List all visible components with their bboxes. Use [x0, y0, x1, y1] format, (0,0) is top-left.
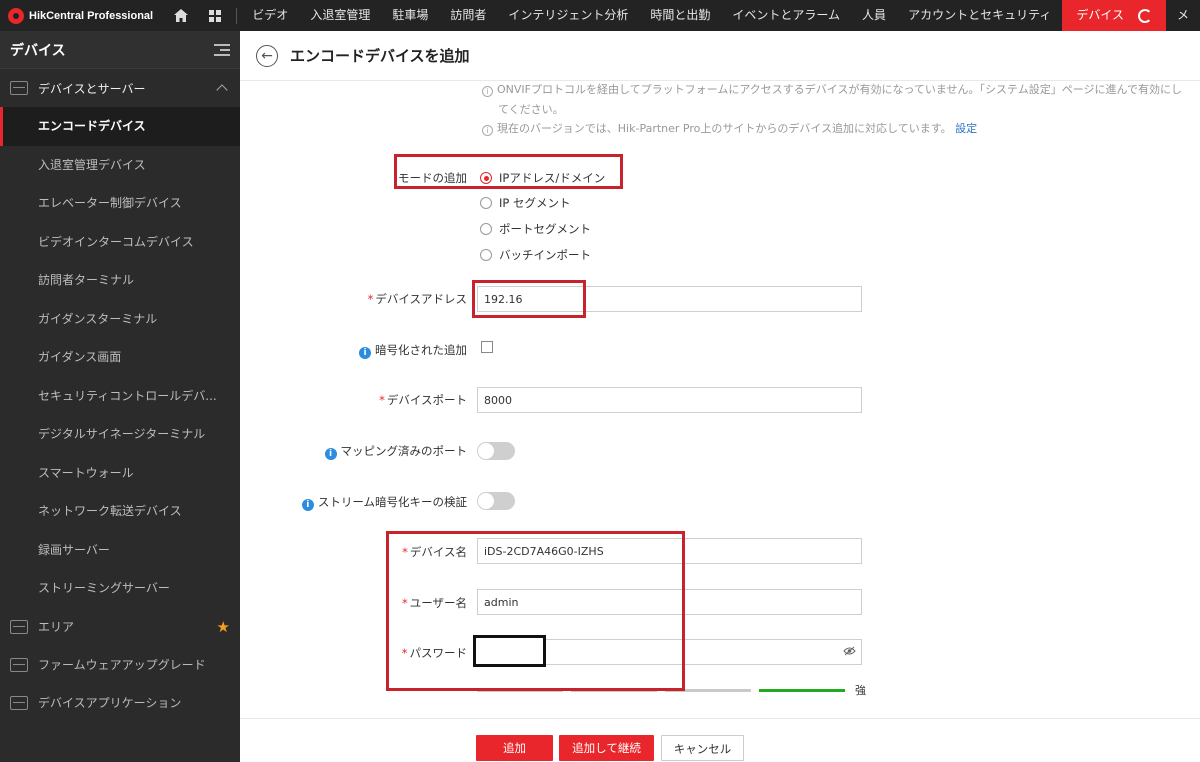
- form-footer: 追加 追加して継続 キャンセル: [240, 718, 1200, 762]
- nav-overflow[interactable]: メ: [1166, 0, 1200, 31]
- sidebar-group-label: デバイスとサーバー: [38, 81, 146, 96]
- firmware-icon: [10, 657, 28, 672]
- info-hik-partner: i 現在のバージョンでは、Hik-Partner Pro上のサイトからのデバイス追…: [482, 120, 977, 136]
- sidebar-item-digital-signage-terminal[interactable]: デジタルサイネージターミナル: [0, 415, 240, 454]
- info-hik-partner-text: 現在のバージョンでは、Hik-Partner Pro上のサイトからのデバイス追加…: [497, 122, 952, 135]
- cancel-button[interactable]: キャンセル: [661, 735, 744, 761]
- highlight-credentials: [386, 531, 685, 691]
- collapse-menu-icon[interactable]: [214, 43, 230, 56]
- info-circle-icon: i: [482, 86, 493, 97]
- nav-intelligent-analysis[interactable]: インテリジェント分析: [497, 0, 639, 31]
- device-port-input[interactable]: [477, 387, 862, 413]
- brand-name: HikCentral Professional: [29, 9, 154, 22]
- sidebar-item-video-intercom-device[interactable]: ビデオインターコムデバイス: [0, 223, 240, 262]
- nav-person[interactable]: 人員: [851, 0, 897, 31]
- sidebar-item-encoding-device[interactable]: エンコードデバイス: [0, 107, 240, 146]
- sidebar-group-label: ファームウェアアップグレード: [38, 658, 206, 672]
- settings-link[interactable]: 設定: [955, 122, 977, 135]
- info-icon: i: [301, 499, 314, 511]
- nav-video[interactable]: ビデオ: [241, 0, 299, 31]
- sidebar: デバイス デバイスとサーバー エンコードデバイス 入退室管理デバイス エレベータ…: [0, 31, 240, 762]
- main-nav: ビデオ 入退室管理 駐車場 訪問者 インテリジェント分析 時間と出勤 イベントと…: [241, 0, 1200, 31]
- sidebar-item-guidance-screen[interactable]: ガイダンス画面: [0, 338, 240, 377]
- address-label: * デバイスアドレス: [367, 292, 467, 306]
- sidebar-header: デバイス: [0, 31, 240, 69]
- sidebar-group-devices-servers[interactable]: デバイスとサーバー: [0, 69, 240, 107]
- port-label: * デバイスポート: [379, 393, 467, 407]
- sidebar-item-guidance-terminal[interactable]: ガイダンスターミナル: [0, 300, 240, 339]
- nav-event-alarm[interactable]: イベントとアラーム: [721, 0, 851, 31]
- page-title: エンコードデバイスを追加: [290, 47, 470, 65]
- info-onvif: i ONVIFプロトコルを経由してプラットフォームにアクセスするデバイスが有効にな…: [482, 81, 1182, 97]
- grid-menu-icon[interactable]: [198, 0, 232, 31]
- nav-device-label: デバイス: [1076, 8, 1124, 22]
- sidebar-group-label: デバイスアプリケーション: [38, 696, 182, 710]
- sidebar-item-smart-wall[interactable]: スマートウォール: [0, 454, 240, 493]
- info-onvif-text: ONVIFプロトコルを経由してプラットフォームにアクセスするデバイスが有効になっ…: [497, 83, 1182, 96]
- sidebar-group-area[interactable]: エリア ★: [0, 608, 240, 646]
- mode-option-label: IP セグメント: [499, 196, 571, 210]
- chevron-up-icon: [216, 84, 228, 96]
- sidebar-item-recording-server[interactable]: 録画サーバー: [0, 531, 240, 570]
- eye-hidden-icon[interactable]: [843, 646, 856, 658]
- strength-text: 強: [855, 684, 866, 697]
- info-onvif-cont: てください。: [498, 103, 564, 116]
- sidebar-item-security-control-device[interactable]: セキュリティコントロールデバ...: [0, 377, 240, 416]
- encrypted-checkbox[interactable]: [481, 341, 493, 353]
- info-circle-icon: i: [482, 125, 493, 136]
- nav-time-attendance[interactable]: 時間と出勤: [639, 0, 721, 31]
- mode-option-label: バッチインポート: [499, 248, 591, 262]
- radio-icon[interactable]: [480, 223, 492, 235]
- strength-bar-active: [759, 688, 845, 692]
- top-navigation-bar: HikCentral Professional ビデオ 入退室管理 駐車場 訪問…: [0, 0, 1200, 31]
- nav-access-control[interactable]: 入退室管理: [299, 0, 381, 31]
- mode-batch-import[interactable]: バッチインポート: [480, 247, 591, 263]
- mode-port-segment[interactable]: ポートセグメント: [480, 221, 591, 237]
- mapping-label: i マッピング済みのポート: [324, 443, 467, 460]
- mapping-port-toggle[interactable]: [477, 442, 515, 460]
- radio-icon[interactable]: [480, 197, 492, 209]
- nav-parking[interactable]: 駐車場: [381, 0, 439, 31]
- nav-account-security[interactable]: アカウントとセキュリティ: [897, 0, 1062, 31]
- mode-ip-segment[interactable]: IP セグメント: [480, 195, 570, 211]
- back-arrow-icon[interactable]: ←: [256, 44, 278, 67]
- info-icon: i: [359, 347, 371, 359]
- mode-option-label: ポートセグメント: [499, 222, 591, 236]
- add-button[interactable]: 追加: [476, 735, 553, 761]
- hikcentral-logo-icon: [8, 7, 24, 24]
- encrypted-label: i 暗号化された追加: [359, 342, 467, 359]
- stream-key-toggle[interactable]: [477, 492, 515, 510]
- nav-visitor[interactable]: 訪問者: [439, 0, 497, 31]
- info-icon: i: [324, 448, 337, 460]
- sidebar-item-streaming-server[interactable]: ストリーミングサーバー: [0, 569, 240, 608]
- home-icon[interactable]: [164, 0, 198, 31]
- sidebar-item-network-transfer-device[interactable]: ネットワーク転送デバイス: [0, 492, 240, 531]
- sidebar-title: デバイス: [10, 42, 66, 59]
- highlight-mode: [394, 154, 623, 189]
- server-icon: [10, 81, 28, 95]
- sidebar-item-visitor-terminal[interactable]: 訪問者ターミナル: [0, 261, 240, 300]
- stream-key-label: i ストリーム暗号化キーの検証: [301, 494, 467, 511]
- radio-icon[interactable]: [480, 249, 492, 261]
- add-continue-button[interactable]: 追加して継続: [559, 735, 654, 761]
- building-icon: [10, 619, 28, 634]
- highlight-address: [472, 280, 586, 318]
- star-icon[interactable]: ★: [217, 618, 230, 636]
- sidebar-group-label: エリア: [38, 620, 75, 634]
- sidebar-item-elevator-control-device[interactable]: エレベーター制御デバイス: [0, 184, 240, 223]
- main-content: ← エンコードデバイスを追加 i ONVIFプロトコルを経由してプラットフォームに…: [240, 31, 1200, 762]
- sidebar-group-device-applications[interactable]: デバイスアプリケーション: [0, 684, 240, 722]
- page-header: ← エンコードデバイスを追加: [240, 31, 1200, 81]
- nav-device[interactable]: デバイス: [1062, 0, 1166, 31]
- sidebar-item-access-control-device[interactable]: 入退室管理デバイス: [0, 146, 240, 185]
- brand: HikCentral Professional: [0, 0, 164, 31]
- sidebar-group-firmware-upgrade[interactable]: ファームウェアアップグレード: [0, 646, 240, 684]
- layers-icon: [10, 695, 28, 710]
- nav-separator: [236, 7, 238, 24]
- refresh-icon[interactable]: [1137, 8, 1152, 23]
